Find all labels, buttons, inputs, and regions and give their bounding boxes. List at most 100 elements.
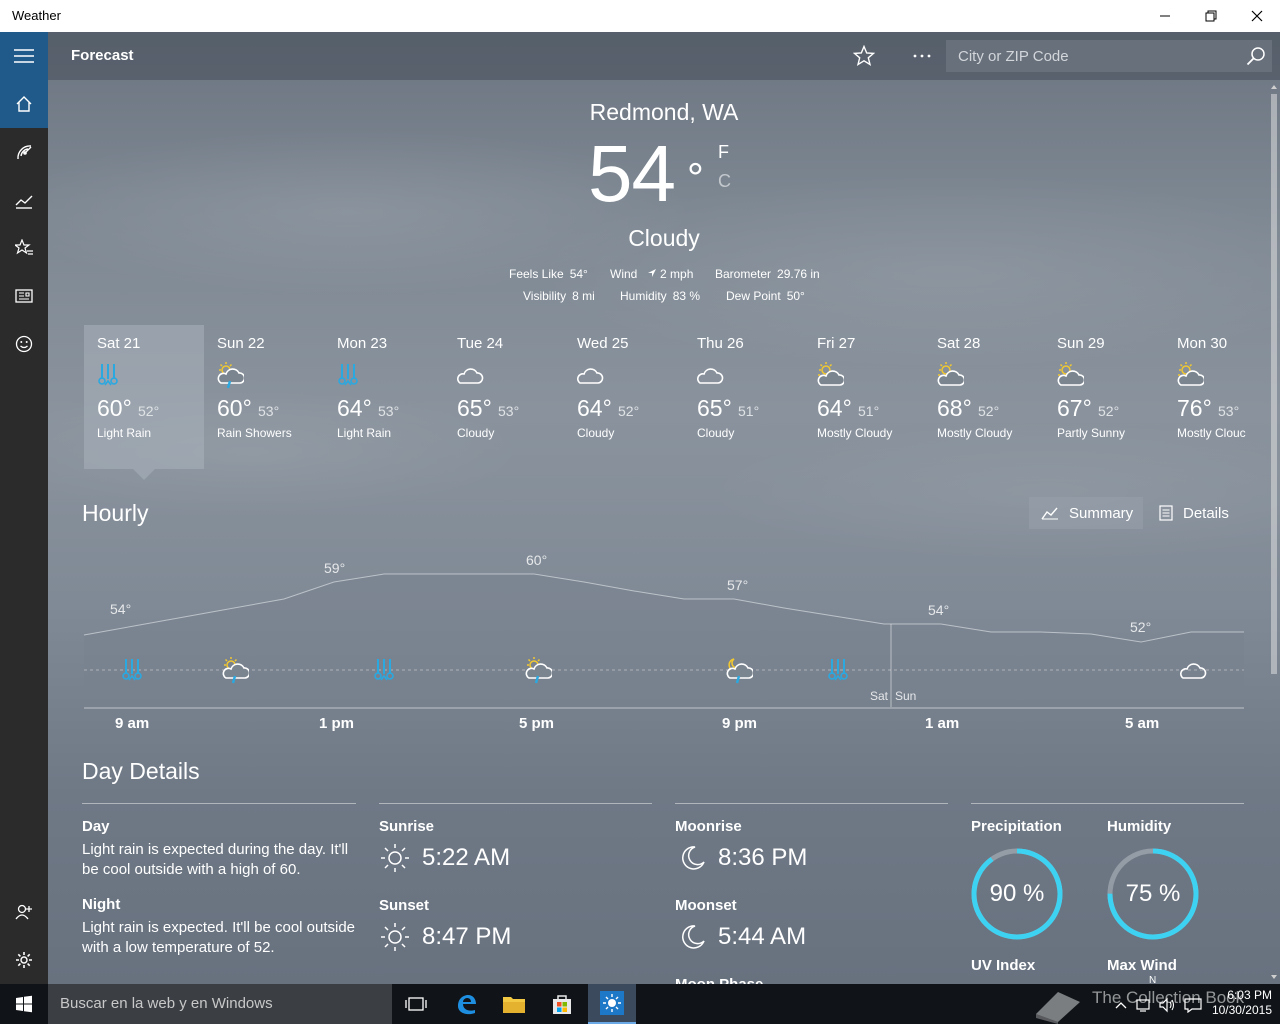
scroll-down-icon[interactable] — [1268, 972, 1280, 982]
summary-label: Summary — [1069, 504, 1134, 522]
nav-historical[interactable] — [0, 176, 48, 224]
minimize-button[interactable] — [1142, 0, 1188, 32]
day-name: Fri 27 — [817, 335, 856, 352]
moonrise-time: 8:36 PM — [718, 844, 808, 871]
day-high: 65° — [457, 395, 492, 421]
details-label: Details — [1183, 504, 1229, 522]
day-name: Thu 26 — [697, 335, 744, 352]
cloud-icon — [1180, 663, 1207, 679]
day-tile[interactable]: Sat 28 68° 52° Mostly Cloudy — [924, 325, 1044, 469]
search-icon — [1246, 47, 1265, 66]
day-text-line-1: Light rain is expected during the day. I… — [82, 841, 349, 858]
nav-feedback[interactable] — [0, 320, 48, 368]
weather-app-button[interactable] — [588, 984, 636, 1024]
stat-value: 8 mi — [572, 289, 595, 303]
restore-button[interactable] — [1188, 0, 1234, 32]
sun-cloud-icon — [937, 362, 964, 386]
search-input[interactable] — [946, 40, 1236, 72]
nav-account[interactable] — [0, 888, 48, 936]
nav-settings[interactable] — [0, 936, 48, 984]
scroll-up-icon[interactable] — [1268, 82, 1280, 92]
file-explorer-button[interactable] — [490, 984, 538, 1024]
rain-icon — [828, 659, 848, 681]
day-name: Sat 21 — [97, 335, 141, 352]
night-label: Night — [82, 896, 121, 913]
day-tile[interactable]: Sun 29 67° 52° Partly Sunny — [1044, 325, 1164, 469]
day-high: 64° — [817, 395, 852, 421]
day-high: 60° — [97, 395, 132, 421]
start-button[interactable] — [0, 984, 48, 1024]
network-icon[interactable] — [1136, 997, 1154, 1013]
more-options-button[interactable] — [906, 40, 938, 72]
stat-value: 50° — [786, 289, 805, 303]
nav-forecast[interactable] — [0, 80, 48, 128]
stat-label: Dew Point — [726, 289, 781, 303]
details-toggle[interactable]: Details — [1147, 497, 1242, 529]
store-button[interactable] — [538, 984, 586, 1024]
home-icon — [16, 96, 32, 112]
divider — [82, 803, 356, 804]
unit-fahrenheit[interactable]: F — [718, 142, 729, 163]
humidity-label: Humidity — [1107, 818, 1172, 835]
day-name: Sat 28 — [937, 335, 981, 352]
day-tile[interactable]: Sat 21 60° 52° Light Rain — [84, 325, 204, 469]
volume-icon[interactable] — [1159, 997, 1177, 1013]
divider — [971, 803, 1244, 804]
nav-places[interactable] — [0, 224, 48, 272]
max-wind-label: Max Wind — [1107, 957, 1177, 974]
summary-toggle[interactable]: Summary — [1029, 497, 1143, 529]
day-low: 53° — [258, 403, 280, 419]
taskbar-search[interactable]: Buscar en la web y en Windows — [48, 984, 392, 1024]
folder-icon — [503, 997, 525, 1013]
day-low: 52° — [978, 403, 1000, 419]
book-watermark-icon — [1036, 992, 1080, 1024]
command-bar: Forecast — [48, 32, 1280, 80]
day-tile[interactable]: Wed 25 64° 52° Cloudy — [564, 325, 684, 469]
day-tile[interactable]: Fri 27 64° 51° Mostly Cloudy — [804, 325, 924, 469]
chart-line-icon — [15, 195, 33, 209]
night-text-line-1: Light rain is expected. It'll be cool ou… — [82, 919, 356, 936]
day-name: Mon 23 — [337, 335, 388, 352]
edge-button[interactable] — [442, 984, 490, 1024]
hourly-time-label: 9 pm — [722, 715, 758, 732]
nav-maps[interactable] — [0, 128, 48, 176]
hourly-heading: Hourly — [82, 500, 149, 526]
rain-icon — [338, 364, 358, 386]
notifications-icon[interactable] — [1184, 997, 1202, 1013]
cloud-icon — [577, 368, 604, 384]
close-button[interactable] — [1234, 0, 1280, 32]
system-clock[interactable]: 6:03 PM 10/30/2015 — [1212, 988, 1272, 1018]
sunrise-time: 5:22 AM — [422, 844, 511, 871]
search-button[interactable] — [1244, 44, 1268, 68]
day-tile[interactable]: Thu 26 65° 51° Cloudy — [684, 325, 804, 469]
day-high: 76° — [1177, 395, 1212, 421]
day-tile[interactable]: Mon 23 64° 53° Light Rain — [324, 325, 444, 469]
selected-day-pointer — [133, 469, 155, 480]
temperature-area — [84, 574, 1244, 707]
hourly-time-label: 5 pm — [519, 715, 555, 732]
day-condition: Cloudy — [697, 426, 735, 440]
gear-icon — [16, 952, 32, 968]
nav-news[interactable] — [0, 272, 48, 320]
stat-dew-point: Dew Point 50° — [726, 289, 805, 303]
day-tile[interactable]: Tue 24 65° 53° Cloudy — [444, 325, 564, 469]
day-name: Sun 29 — [1057, 335, 1105, 352]
day-tile[interactable]: Mon 30 76° 53° Mostly Clouc — [1164, 325, 1276, 469]
hourly-temp-label: 57° — [727, 577, 749, 593]
stat-humidity: Humidity 83 % — [620, 289, 700, 303]
day-condition: Partly Sunny — [1057, 426, 1126, 440]
restore-icon — [1205, 10, 1217, 22]
sun-cloud-rain-icon — [525, 657, 552, 684]
unit-celsius[interactable]: C — [718, 171, 731, 192]
day-tile[interactable]: Sun 22 60° 53° Rain Showers — [204, 325, 324, 469]
hamburger-menu-button[interactable] — [0, 32, 48, 80]
chevron-up-icon[interactable] — [1114, 1000, 1128, 1010]
hourly-time-label: 5 am — [1125, 715, 1160, 732]
favorite-button[interactable] — [848, 40, 880, 72]
divider — [379, 803, 652, 804]
window-title: Weather — [12, 8, 61, 23]
task-view-button[interactable] — [392, 984, 440, 1024]
day-name: Sun 22 — [217, 335, 265, 352]
hourly-chart — [83, 573, 1244, 709]
clock-date: 10/30/2015 — [1211, 1003, 1272, 1017]
